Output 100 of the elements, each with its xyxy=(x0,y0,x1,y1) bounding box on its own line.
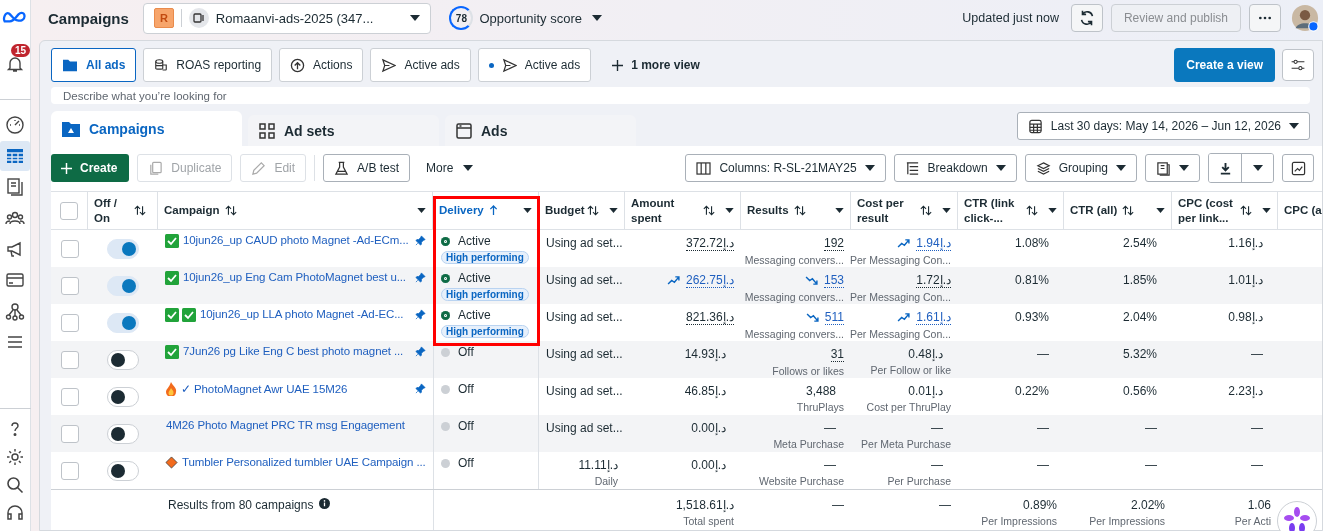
row-checkbox[interactable] xyxy=(60,313,79,332)
sort-ascending-icon[interactable] xyxy=(488,205,498,216)
column-header[interactable]: Results xyxy=(747,203,789,218)
metric-link[interactable]: 153 xyxy=(823,273,844,288)
view-tab[interactable]: Active ads xyxy=(477,48,592,82)
view-tab[interactable]: All ads xyxy=(51,48,137,82)
campaign-link[interactable]: 10jun26_up Eng Cam PhotoMagnet best u... xyxy=(183,271,406,283)
column-header[interactable]: CPC (cost per link... xyxy=(1178,196,1235,225)
toggle-switch[interactable] xyxy=(107,275,139,296)
column-header[interactable]: CPC (a xyxy=(1284,203,1322,218)
more-views-button[interactable]: 1 more view xyxy=(606,57,706,73)
meta-logo-icon[interactable] xyxy=(2,10,28,24)
campaign-link[interactable]: ✓ PhotoMagnet Awr UAE 15M26 xyxy=(181,382,348,396)
filter-settings-button[interactable] xyxy=(1282,49,1314,81)
metric-link[interactable]: 262.75د.إ xyxy=(685,273,734,288)
metric-link[interactable]: 1.61د.إ xyxy=(916,310,951,325)
view-tab[interactable]: Actions xyxy=(279,48,364,82)
more-dropdown[interactable]: More xyxy=(418,161,482,175)
refresh-button[interactable] xyxy=(1070,4,1103,32)
page-icon xyxy=(188,8,209,28)
sort-icon[interactable] xyxy=(134,205,146,216)
toggle-switch[interactable] xyxy=(107,312,139,333)
campaign-link[interactable]: 10jun26_up CAUD photo Magnet -Ad-ECm... xyxy=(183,234,409,246)
column-menu-icon[interactable] xyxy=(523,208,532,213)
column-menu-icon[interactable] xyxy=(725,208,734,213)
settings-icon[interactable] xyxy=(5,447,25,467)
metric-link[interactable]: 511 xyxy=(824,310,844,325)
sort-icon[interactable] xyxy=(587,205,599,216)
reports-dropdown[interactable] xyxy=(1145,154,1200,182)
column-header[interactable]: Amount spent xyxy=(631,196,698,225)
sort-icon[interactable] xyxy=(224,205,237,216)
bell-icon[interactable] xyxy=(5,54,25,74)
toggle-switch[interactable] xyxy=(107,349,139,370)
pin-icon[interactable] xyxy=(415,383,426,394)
sort-icon[interactable] xyxy=(920,205,932,216)
column-menu-icon[interactable] xyxy=(942,208,951,213)
column-header[interactable]: Campaign xyxy=(164,203,220,218)
sort-icon[interactable] xyxy=(703,205,715,216)
column-header[interactable]: Off / On xyxy=(94,196,129,225)
view-tab[interactable]: Active ads xyxy=(370,48,471,82)
column-menu-icon[interactable] xyxy=(1048,208,1057,213)
pin-icon[interactable] xyxy=(415,272,426,283)
ab-test-button[interactable]: A/B test xyxy=(323,154,411,182)
column-header[interactable]: CTR (link click-... xyxy=(964,196,1021,225)
toggle-switch[interactable] xyxy=(107,386,139,407)
breakdown-dropdown[interactable]: Breakdown xyxy=(893,154,1017,182)
search-field[interactable]: Describe what you’re looking for xyxy=(51,87,1310,104)
level-tab[interactable]: Ads xyxy=(445,115,636,146)
copy-icon xyxy=(148,160,164,176)
column-header[interactable]: Delivery xyxy=(439,203,484,218)
select-all-checkbox[interactable] xyxy=(60,201,78,220)
metric-value: — xyxy=(823,458,837,472)
sort-icon[interactable] xyxy=(793,205,806,216)
pin-icon[interactable] xyxy=(415,346,426,357)
row-checkbox[interactable] xyxy=(60,387,79,406)
campaign-link[interactable]: 10jun26_up LLA photo Magnet -Ad-EC... xyxy=(200,308,404,320)
view-tab[interactable]: ROAS reporting xyxy=(143,48,273,82)
account-selector[interactable]: R Romaanvi-ads-2025 (347... xyxy=(142,2,432,34)
sidebar-item[interactable] xyxy=(0,141,30,171)
export-options-button[interactable] xyxy=(1241,154,1273,182)
column-menu-icon[interactable] xyxy=(1156,208,1165,213)
pin-icon[interactable] xyxy=(415,309,426,320)
metric-link[interactable]: 1.94د.إ xyxy=(916,236,951,251)
create-button[interactable]: Create xyxy=(51,154,130,182)
opportunity-score-dropdown[interactable]: Opportunity score xyxy=(479,10,602,26)
row-checkbox[interactable] xyxy=(60,424,79,443)
campaign-link[interactable]: 4M26 Photo Magnet PRC TR msg Engagement xyxy=(166,419,405,431)
sort-icon[interactable] xyxy=(1122,205,1135,216)
level-tab[interactable]: Campaigns xyxy=(51,111,242,146)
create-view-button[interactable]: Create a view xyxy=(1174,48,1275,82)
campaign-link[interactable]: Tumbler Personalized tumbler UAE Campaign ... xyxy=(182,456,426,468)
column-menu-icon[interactable] xyxy=(1262,208,1271,213)
chart-button[interactable] xyxy=(1282,154,1314,182)
level-tab[interactable]: Ad sets xyxy=(248,115,439,146)
caret-icon xyxy=(1116,165,1126,171)
toggle-switch[interactable] xyxy=(107,238,139,259)
checkmark-icon xyxy=(165,234,179,248)
pin-icon[interactable] xyxy=(415,235,426,246)
assistant-icon[interactable] xyxy=(1277,501,1317,531)
date-range-picker[interactable]: Last 30 days: May 14, 2026 – Jun 12, 2026 xyxy=(1016,112,1310,140)
column-menu-icon[interactable] xyxy=(835,208,844,213)
row-checkbox[interactable] xyxy=(60,276,79,295)
toggle-switch[interactable] xyxy=(107,460,139,481)
column-header[interactable]: Cost per result xyxy=(857,196,915,225)
row-checkbox[interactable] xyxy=(60,350,79,369)
headset-icon[interactable] xyxy=(5,503,25,523)
campaign-link[interactable]: 7Jun26 pg Like Eng C best photo magnet ... xyxy=(183,345,404,357)
row-checkbox[interactable] xyxy=(60,239,79,258)
sort-icon[interactable] xyxy=(1026,205,1038,216)
column-header[interactable]: CTR (all) xyxy=(1070,203,1118,218)
columns-dropdown[interactable]: Columns: R-SL-21MAY25 xyxy=(685,154,886,182)
sort-icon[interactable] xyxy=(1240,205,1252,216)
info-icon[interactable] xyxy=(319,498,331,509)
search-icon[interactable] xyxy=(5,475,25,495)
row-checkbox[interactable] xyxy=(60,461,79,480)
profile-avatar[interactable] xyxy=(1291,4,1319,32)
toggle-switch[interactable] xyxy=(107,423,139,444)
column-menu-icon[interactable] xyxy=(609,208,618,213)
column-menu-icon[interactable] xyxy=(417,208,426,213)
grouping-dropdown[interactable]: Grouping xyxy=(1024,154,1137,182)
